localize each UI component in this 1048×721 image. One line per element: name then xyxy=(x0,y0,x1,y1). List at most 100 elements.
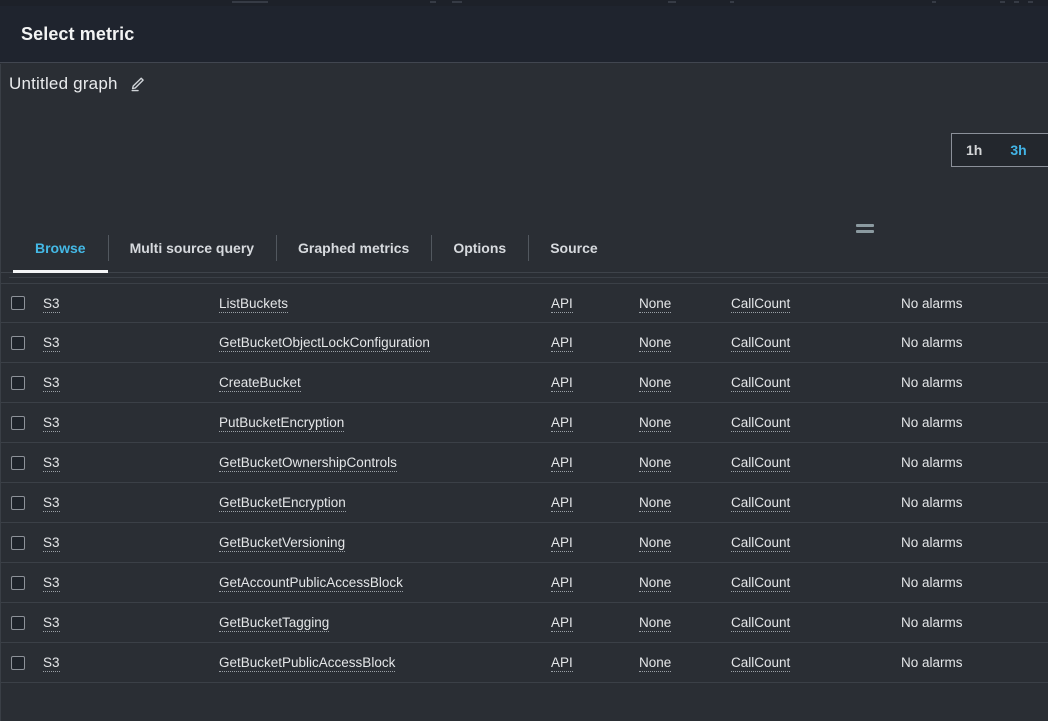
table-row[interactable]: S3 GetBucketEncryption API None CallCoun… xyxy=(1,483,1048,523)
row-checkbox[interactable] xyxy=(11,375,25,390)
tab-multi-source-query[interactable]: Multi source query xyxy=(107,223,276,272)
table-row[interactable]: S3 GetAccountPublicAccessBlock API None … xyxy=(1,563,1048,603)
cell-type[interactable]: API xyxy=(551,295,573,313)
cell-resource[interactable]: None xyxy=(639,655,672,672)
cell-namespace[interactable]: S3 xyxy=(43,535,60,552)
cell-metric-name[interactable]: GetBucketVersioning xyxy=(219,535,346,552)
cell-alarms: No alarms xyxy=(901,615,963,630)
cell-metric[interactable]: CallCount xyxy=(731,615,791,632)
cell-resource[interactable]: None xyxy=(639,455,672,472)
row-checkbox[interactable] xyxy=(11,455,25,470)
cell-resource[interactable]: None xyxy=(639,415,672,432)
table-row[interactable]: S3 PutBucketEncryption API None CallCoun… xyxy=(1,403,1048,443)
row-select-cell xyxy=(11,655,43,670)
cell-alarms: No alarms xyxy=(901,295,963,311)
cell-resource[interactable]: None xyxy=(639,335,672,352)
cell-type[interactable]: API xyxy=(551,455,573,472)
time-range-option-3h[interactable]: 3h xyxy=(996,134,1040,166)
cell-resource[interactable]: None xyxy=(639,535,672,552)
cell-type[interactable]: API xyxy=(551,575,573,592)
tab-graphed-metrics[interactable]: Graphed metrics xyxy=(276,223,431,272)
cell-type[interactable]: API xyxy=(551,415,573,432)
row-select-cell xyxy=(11,455,43,470)
cell-namespace[interactable]: S3 xyxy=(43,575,60,592)
cell-metric-name[interactable]: ListBuckets xyxy=(219,295,289,313)
cell-type[interactable]: API xyxy=(551,615,573,632)
table-row[interactable]: S3 GetBucketOwnershipControls API None C… xyxy=(1,443,1048,483)
graph-title-row: Untitled graph xyxy=(9,74,148,94)
time-range-selector[interactable]: 1h 3h xyxy=(951,133,1048,167)
tab-source[interactable]: Source xyxy=(528,223,619,272)
cell-namespace[interactable]: S3 xyxy=(43,455,60,472)
cell-alarms: No alarms xyxy=(901,495,963,510)
row-checkbox[interactable] xyxy=(11,615,25,630)
cell-metric[interactable]: CallCount xyxy=(731,495,791,512)
cell-namespace[interactable]: S3 xyxy=(43,295,60,313)
row-checkbox[interactable] xyxy=(11,495,25,510)
cell-type[interactable]: API xyxy=(551,655,573,672)
cell-metric[interactable]: CallCount xyxy=(731,335,791,352)
row-select-cell xyxy=(11,335,43,350)
cell-metric-name[interactable]: PutBucketEncryption xyxy=(219,415,345,432)
tab-bar: Browse Multi source query Graphed metric… xyxy=(1,223,1048,273)
row-select-cell xyxy=(11,495,43,510)
cell-alarms: No alarms xyxy=(901,335,963,350)
cell-metric-name[interactable]: GetBucketPublicAccessBlock xyxy=(219,655,396,672)
row-checkbox[interactable] xyxy=(11,575,25,590)
cell-metric[interactable]: CallCount xyxy=(731,575,791,592)
cell-resource[interactable]: None xyxy=(639,375,672,392)
cell-metric-name[interactable]: GetAccountPublicAccessBlock xyxy=(219,575,403,592)
table-row[interactable]: S3 GetBucketTagging API None CallCount N… xyxy=(1,603,1048,643)
row-select-cell xyxy=(11,296,43,310)
cell-metric[interactable]: CallCount xyxy=(731,415,791,432)
table-row[interactable]: S3 GetBucketPublicAccessBlock API None C… xyxy=(1,643,1048,683)
row-select-cell xyxy=(11,375,43,390)
cell-resource[interactable]: None xyxy=(639,295,672,313)
cell-alarms: No alarms xyxy=(901,655,963,670)
cell-alarms: No alarms xyxy=(901,415,963,430)
cell-metric-name[interactable]: GetBucketOwnershipControls xyxy=(219,455,397,472)
table-row[interactable]: S3 ListBuckets API None CallCount No ala… xyxy=(1,283,1048,323)
cell-metric[interactable]: CallCount xyxy=(731,455,791,472)
cell-namespace[interactable]: S3 xyxy=(43,375,60,392)
modal-body: Untitled graph 1h 3h Browse Multi source… xyxy=(0,64,1048,721)
row-select-cell xyxy=(11,535,43,550)
cell-namespace[interactable]: S3 xyxy=(43,495,60,512)
cell-metric-name[interactable]: GetBucketObjectLockConfiguration xyxy=(219,335,430,352)
row-select-cell xyxy=(11,415,43,430)
row-checkbox[interactable] xyxy=(11,655,25,670)
row-checkbox[interactable] xyxy=(11,535,25,550)
cell-metric-name[interactable]: CreateBucket xyxy=(219,375,301,392)
row-checkbox[interactable] xyxy=(11,415,25,430)
time-range-option-1h[interactable]: 1h xyxy=(952,134,996,166)
cell-resource[interactable]: None xyxy=(639,495,672,512)
cell-type[interactable]: API xyxy=(551,535,573,552)
row-checkbox[interactable] xyxy=(11,296,25,310)
cell-resource[interactable]: None xyxy=(639,615,672,632)
row-checkbox[interactable] xyxy=(11,335,25,350)
cell-type[interactable]: API xyxy=(551,335,573,352)
cell-metric[interactable]: CallCount xyxy=(731,375,791,392)
cell-metric[interactable]: CallCount xyxy=(731,535,791,552)
table-row[interactable]: S3 CreateBucket API None CallCount No al… xyxy=(1,363,1048,403)
cell-namespace[interactable]: S3 xyxy=(43,335,60,352)
cell-resource[interactable]: None xyxy=(639,575,672,592)
tab-options[interactable]: Options xyxy=(431,223,528,272)
graph-title: Untitled graph xyxy=(9,74,118,93)
cell-type[interactable]: API xyxy=(551,495,573,512)
cell-metric-name[interactable]: GetBucketEncryption xyxy=(219,495,346,512)
cell-namespace[interactable]: S3 xyxy=(43,415,60,432)
cell-metric-name[interactable]: GetBucketTagging xyxy=(219,615,330,632)
cell-metric[interactable]: CallCount xyxy=(731,295,791,313)
cell-type[interactable]: API xyxy=(551,375,573,392)
cell-metric[interactable]: CallCount xyxy=(731,655,791,672)
modal-header: Select metric xyxy=(0,6,1048,63)
tab-browse[interactable]: Browse xyxy=(13,223,108,273)
cell-namespace[interactable]: S3 xyxy=(43,655,60,672)
select-metric-modal: Select metric Untitled graph 1h 3h Brows… xyxy=(0,0,1048,721)
pencil-edit-icon[interactable] xyxy=(128,74,148,94)
cell-namespace[interactable]: S3 xyxy=(43,615,60,632)
table-row[interactable]: S3 GetBucketObjectLockConfiguration API … xyxy=(1,323,1048,363)
cell-alarms: No alarms xyxy=(901,375,963,390)
table-row[interactable]: S3 GetBucketVersioning API None CallCoun… xyxy=(1,523,1048,563)
